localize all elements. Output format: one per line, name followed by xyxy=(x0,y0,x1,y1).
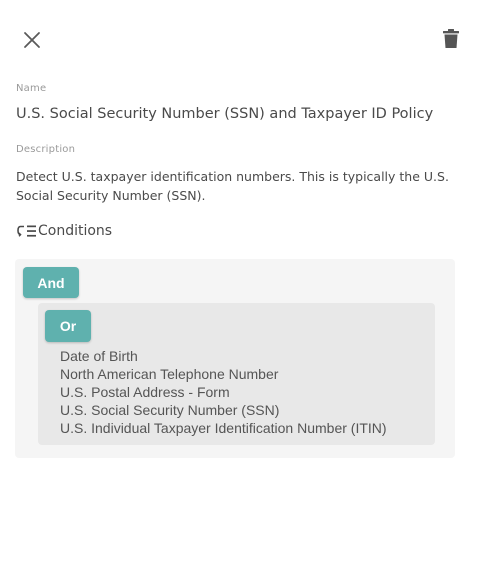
conditions-header: Conditions xyxy=(16,223,112,239)
close-button[interactable] xyxy=(20,28,44,52)
name-label: Name xyxy=(16,83,47,94)
and-operator-button[interactable]: And xyxy=(23,267,79,298)
delete-button[interactable] xyxy=(440,28,462,50)
condition-item: U.S. Postal Address - Form xyxy=(60,384,230,400)
condition-item: U.S. Social Security Number (SSN) xyxy=(60,402,280,418)
condition-item: U.S. Individual Taxpayer Identification … xyxy=(60,420,387,436)
description-label: Description xyxy=(16,144,76,155)
or-condition-group: Or Date of Birth North American Telephon… xyxy=(38,303,435,445)
close-icon xyxy=(24,32,40,48)
policy-description: Detect U.S. taxpayer identification numb… xyxy=(16,169,449,203)
condition-list: Date of Birth North American Telephone N… xyxy=(60,347,387,437)
and-condition-group: And Or Date of Birth North American Tele… xyxy=(15,259,455,458)
condition-item: Date of Birth xyxy=(60,348,138,364)
policy-name: U.S. Social Security Number (SSN) and Ta… xyxy=(16,106,434,122)
conditions-title: Conditions xyxy=(38,223,113,239)
or-operator-button[interactable]: Or xyxy=(45,310,91,342)
condition-item: North American Telephone Number xyxy=(60,366,279,382)
trash-icon xyxy=(443,29,459,48)
conditions-icon xyxy=(17,225,36,237)
